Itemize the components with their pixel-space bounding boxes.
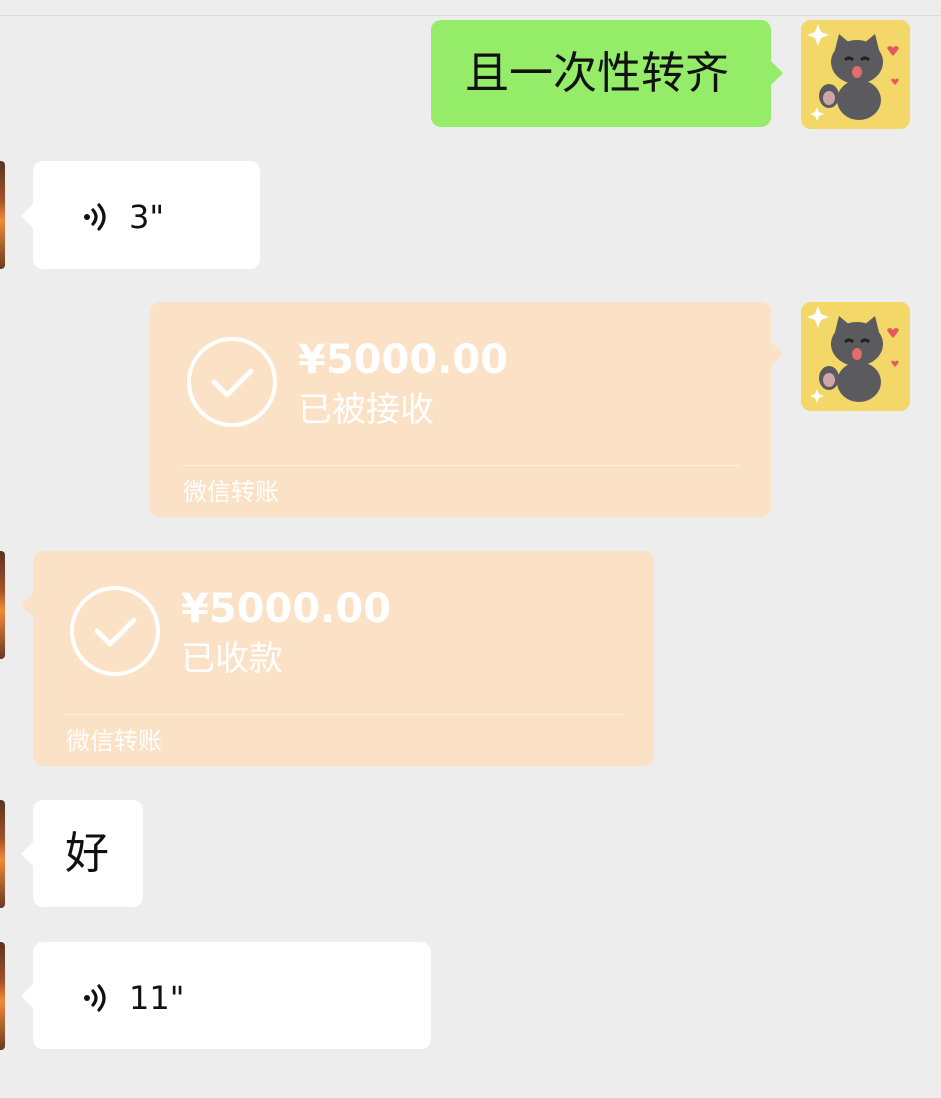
voice-wave-icon bbox=[84, 203, 106, 231]
transfer-footer: 微信转账 bbox=[66, 727, 162, 755]
my-avatar[interactable] bbox=[801, 20, 910, 129]
transfer-footer: 微信转账 bbox=[183, 478, 279, 506]
contact-avatar[interactable] bbox=[0, 551, 5, 659]
voice-duration: 3" bbox=[129, 198, 165, 236]
bubble-tail bbox=[21, 842, 33, 866]
contact-avatar[interactable] bbox=[0, 800, 5, 908]
transfer-status: 已被接收 bbox=[298, 390, 434, 430]
transfer-status: 已收款 bbox=[181, 639, 283, 679]
transfer-divider bbox=[182, 465, 740, 466]
message-text: 好 bbox=[65, 828, 109, 879]
transfer-divider bbox=[65, 714, 623, 715]
contact-avatar[interactable] bbox=[0, 942, 5, 1050]
message-text: 且一次性转齐 bbox=[465, 48, 729, 99]
bubble-tail bbox=[771, 342, 783, 366]
cartoon-cat-icon bbox=[801, 20, 910, 129]
bubble-tail bbox=[771, 61, 783, 85]
voice-duration: 11" bbox=[129, 979, 185, 1017]
voice-bubble[interactable]: 3" bbox=[33, 161, 260, 269]
transfer-card[interactable]: ¥5000.00 已收款 微信转账 bbox=[33, 551, 654, 766]
bubble-tail bbox=[21, 593, 33, 617]
bubble-tail bbox=[21, 984, 33, 1008]
bubble-tail bbox=[21, 204, 33, 228]
check-circle-icon bbox=[70, 586, 160, 676]
transfer-amount: ¥5000.00 bbox=[298, 337, 509, 383]
voice-bubble[interactable]: 11" bbox=[33, 942, 431, 1049]
my-avatar[interactable] bbox=[801, 302, 910, 411]
check-circle-icon bbox=[187, 337, 277, 427]
transfer-card[interactable]: ¥5000.00 已被接收 微信转账 bbox=[150, 302, 771, 517]
top-divider bbox=[0, 15, 941, 16]
contact-avatar[interactable] bbox=[0, 161, 5, 269]
text-bubble[interactable]: 好 bbox=[33, 800, 143, 907]
text-bubble[interactable]: 且一次性转齐 bbox=[431, 20, 771, 127]
transfer-amount: ¥5000.00 bbox=[181, 586, 392, 632]
cartoon-cat-icon bbox=[801, 302, 910, 411]
voice-wave-icon bbox=[84, 984, 106, 1012]
